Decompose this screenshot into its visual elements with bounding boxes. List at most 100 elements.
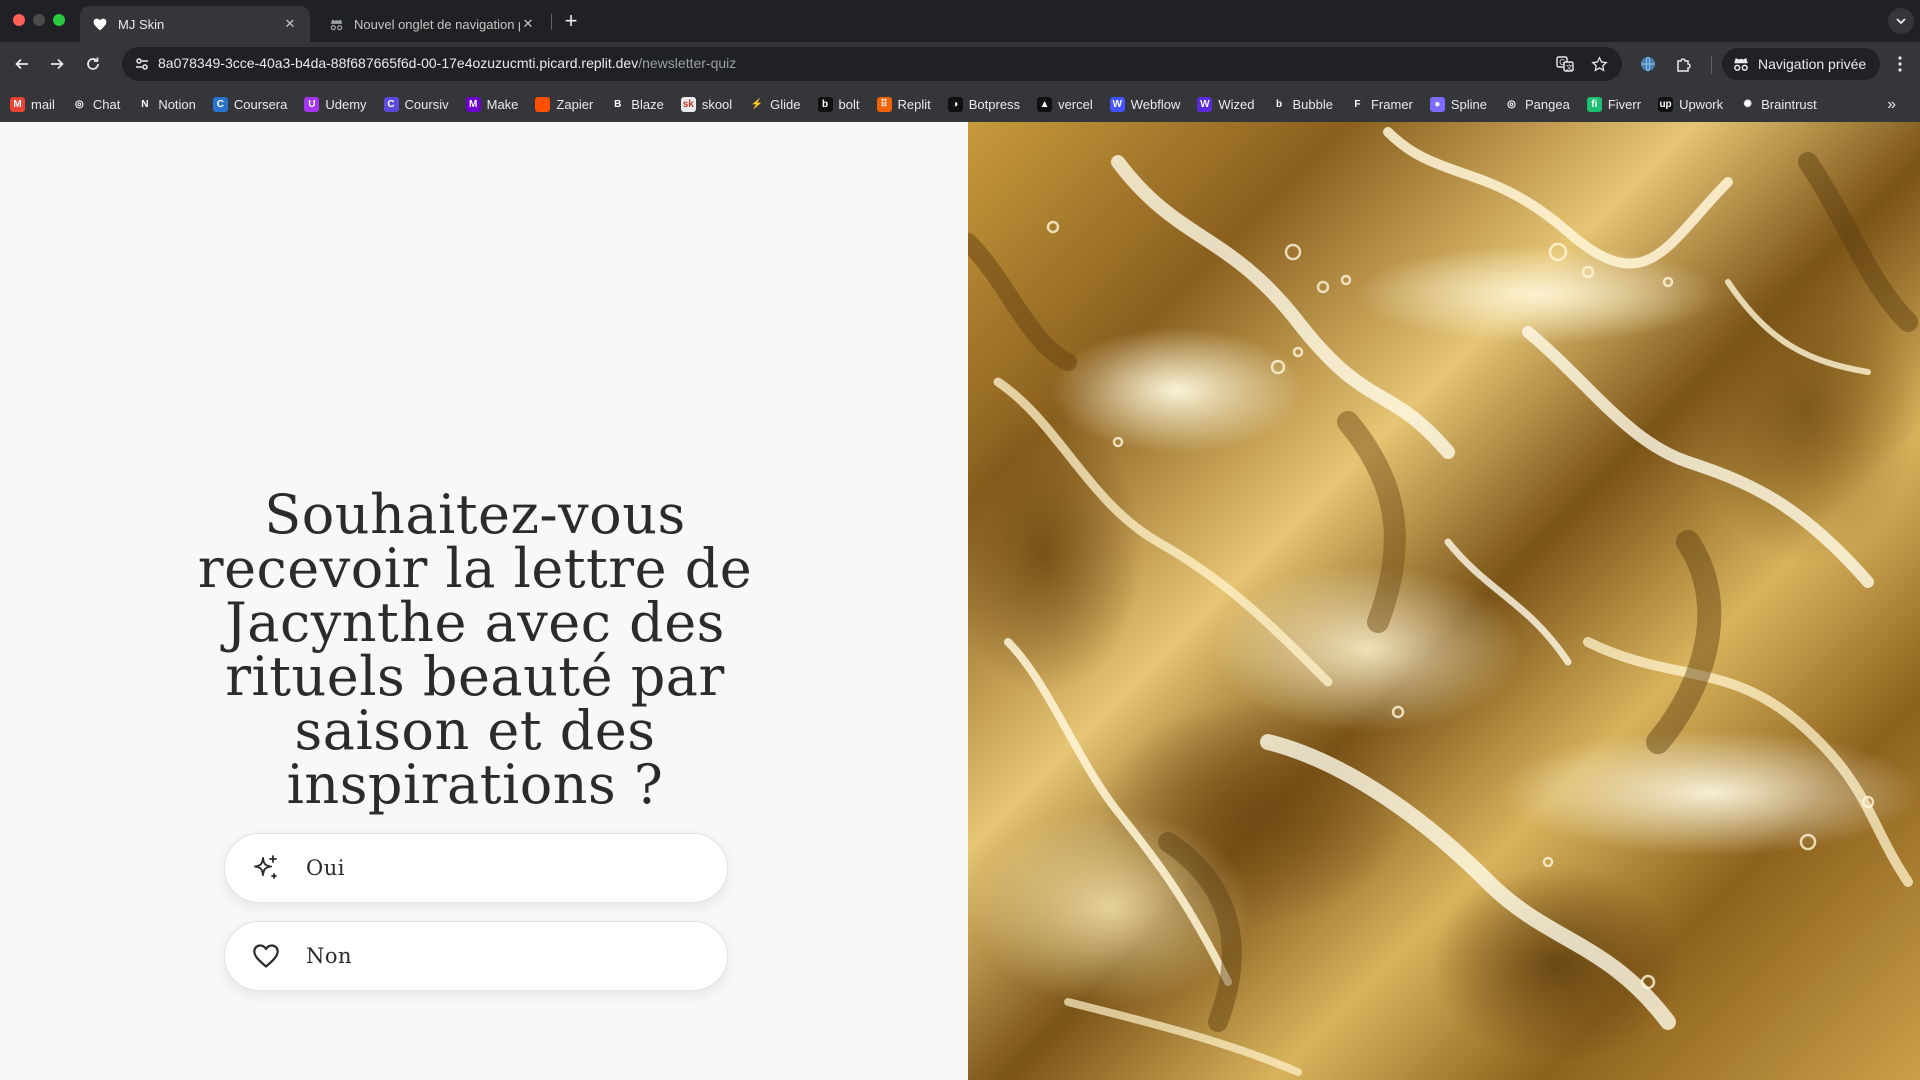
heart-favicon-icon [92, 16, 108, 32]
bookmark-blaze[interactable]: B Blaze [610, 96, 664, 112]
arrow-left-icon [15, 58, 28, 70]
bookmark-label: Braintrust [1761, 96, 1817, 112]
new-tab-button[interactable]: + [557, 8, 585, 36]
answer-yes-button[interactable]: Oui [224, 833, 728, 903]
tab-strip: MJ Skin ✕ Nouvel onglet de navigation pr… [0, 0, 1920, 42]
translate-icon[interactable]: G文 [1556, 55, 1574, 73]
bookmark-label: Wized [1218, 96, 1255, 112]
bookmark-coursiv[interactable]: C Coursiv [383, 96, 449, 112]
bookmarks-bar: Mmail ◎ Chat N Notion C Coursera U Udemy C Coursiv… [0, 86, 1920, 122]
tab-close-icon[interactable]: ✕ [282, 16, 298, 32]
tab-close-icon[interactable]: ✕ [520, 16, 536, 32]
bookmark-upwork[interactable]: up Upwork [1658, 96, 1724, 112]
openai-icon: ◎ [71, 96, 87, 112]
skool-icon: sk [680, 96, 696, 112]
make-icon: M [465, 96, 481, 112]
heart-icon [252, 941, 280, 971]
bookmark-glide[interactable]: ⚡ Glide [749, 96, 801, 112]
udemy-icon: U [304, 96, 320, 112]
botpress-icon: ◑ [947, 96, 963, 112]
vercel-icon: ▲ [1037, 96, 1053, 112]
url-host: 8a078349-3cce-40a3-b4da-88f687665f6d-00-… [158, 55, 639, 71]
window-zoom-button[interactable] [53, 14, 65, 26]
svg-text:文: 文 [1566, 62, 1573, 71]
gold-liquid-highlights [968, 127, 1918, 1076]
bookmark-make[interactable]: M Make [465, 96, 518, 112]
bookmark-label: vercel [1058, 96, 1093, 112]
bookmark-label: Fiverr [1607, 96, 1642, 112]
bookmark-fiverr[interactable]: fi Fiverr [1586, 96, 1642, 112]
gmail-icon: M [10, 96, 25, 112]
bookmark-label: Pangea [1525, 96, 1570, 112]
extensions-puzzle-icon[interactable] [1674, 54, 1694, 74]
pangea-icon: ◎ [1504, 96, 1520, 112]
bookmark-bolt[interactable]: b bolt [817, 96, 860, 112]
extension-globe-icon[interactable] [1638, 54, 1658, 74]
tab-title: MJ Skin [118, 16, 165, 32]
bookmark-framer[interactable]: F Framer [1349, 96, 1413, 112]
glide-icon: ⚡ [749, 96, 765, 112]
bookmark-webflow[interactable]: W Webflow [1109, 96, 1181, 112]
browser-menu-button[interactable] [1890, 54, 1910, 74]
bookmark-braintrust[interactable]: ✺ Braintrust [1740, 96, 1817, 112]
bookmarks-overflow-icon[interactable]: » [1887, 96, 1896, 114]
bookmark-zapier[interactable]: Zapier [535, 96, 594, 112]
bookmark-botpress[interactable]: ◑ Botpress [947, 96, 1020, 112]
bookmark-star-icon[interactable] [1590, 55, 1608, 73]
bookmark-vercel[interactable]: ▲ vercel [1037, 96, 1093, 112]
answer-no-button[interactable]: Non [224, 921, 728, 991]
bookmark-pangea[interactable]: ◎ Pangea [1504, 96, 1570, 112]
braintrust-icon: ✺ [1740, 96, 1756, 112]
answer-no-label: Non [306, 944, 353, 968]
bookmark-label: Coursiv [404, 96, 449, 112]
bookmark-replit[interactable]: ⠿ Replit [876, 96, 931, 112]
framer-icon: F [1349, 96, 1365, 112]
bookmark-label: skool [701, 96, 733, 112]
tab-private-new[interactable]: Nouvel onglet de navigation privée ✕ [316, 6, 548, 42]
quiz-panel: Souhaitez-vous recevoir la lettre de Jac… [0, 122, 968, 1080]
bookmark-label: Udemy [325, 96, 367, 112]
page-viewport: Souhaitez-vous recevoir la lettre de Jac… [0, 122, 1920, 1080]
replit-icon: ⠿ [876, 96, 892, 112]
wized-icon: W [1197, 96, 1213, 112]
address-bar[interactable]: 8a078349-3cce-40a3-b4da-88f687665f6d-00-… [122, 47, 1622, 81]
site-info-icon[interactable] [134, 56, 150, 77]
forward-button[interactable] [43, 50, 71, 78]
bookmark-mail[interactable]: Mmail [10, 96, 55, 112]
url-path: /newsletter-quiz [638, 55, 737, 71]
blaze-icon: B [610, 96, 626, 112]
bookmark-wized[interactable]: W Wized [1197, 96, 1255, 112]
bookmark-label: Framer [1370, 96, 1413, 112]
notion-icon: N [137, 96, 153, 112]
incognito-favicon-icon [328, 16, 344, 32]
coursera-icon: C [212, 96, 228, 112]
bookmark-label: Upwork [1679, 96, 1724, 112]
answer-yes-label: Oui [306, 856, 345, 880]
bookmark-notion[interactable]: N Notion [137, 96, 196, 112]
window-close-button[interactable] [13, 14, 25, 26]
chevron-down-icon [1896, 18, 1906, 25]
bookmark-label: Zapier [556, 96, 594, 112]
kebab-menu-icon [1898, 56, 1902, 72]
webflow-icon: W [1109, 96, 1125, 112]
bookmark-chat[interactable]: ◎ Chat [71, 96, 121, 112]
tab-separator [551, 14, 552, 30]
window-minimize-button[interactable] [33, 14, 45, 26]
incognito-icon [1734, 58, 1748, 71]
reload-button[interactable] [79, 50, 107, 78]
upwork-icon: up [1658, 96, 1674, 112]
bookmark-udemy[interactable]: U Udemy [304, 96, 367, 112]
tab-search-button[interactable] [1888, 8, 1914, 34]
bookmark-label: Notion [158, 96, 196, 112]
tab-mj-skin[interactable]: MJ Skin ✕ [80, 6, 310, 42]
back-button[interactable] [8, 50, 36, 78]
bookmark-spline[interactable]: ● Spline [1429, 96, 1487, 112]
bookmark-skool[interactable]: sk skool [680, 96, 733, 112]
bookmark-label: Webflow [1130, 96, 1181, 112]
bookmark-label: Chat [92, 96, 121, 112]
bookmark-coursera[interactable]: C Coursera [212, 96, 287, 112]
bookmark-bubble[interactable]: b Bubble [1271, 96, 1333, 112]
bookmark-label: bolt [838, 96, 860, 112]
incognito-indicator[interactable]: Navigation privée [1722, 48, 1881, 80]
bookmark-label: Replit [897, 96, 931, 112]
